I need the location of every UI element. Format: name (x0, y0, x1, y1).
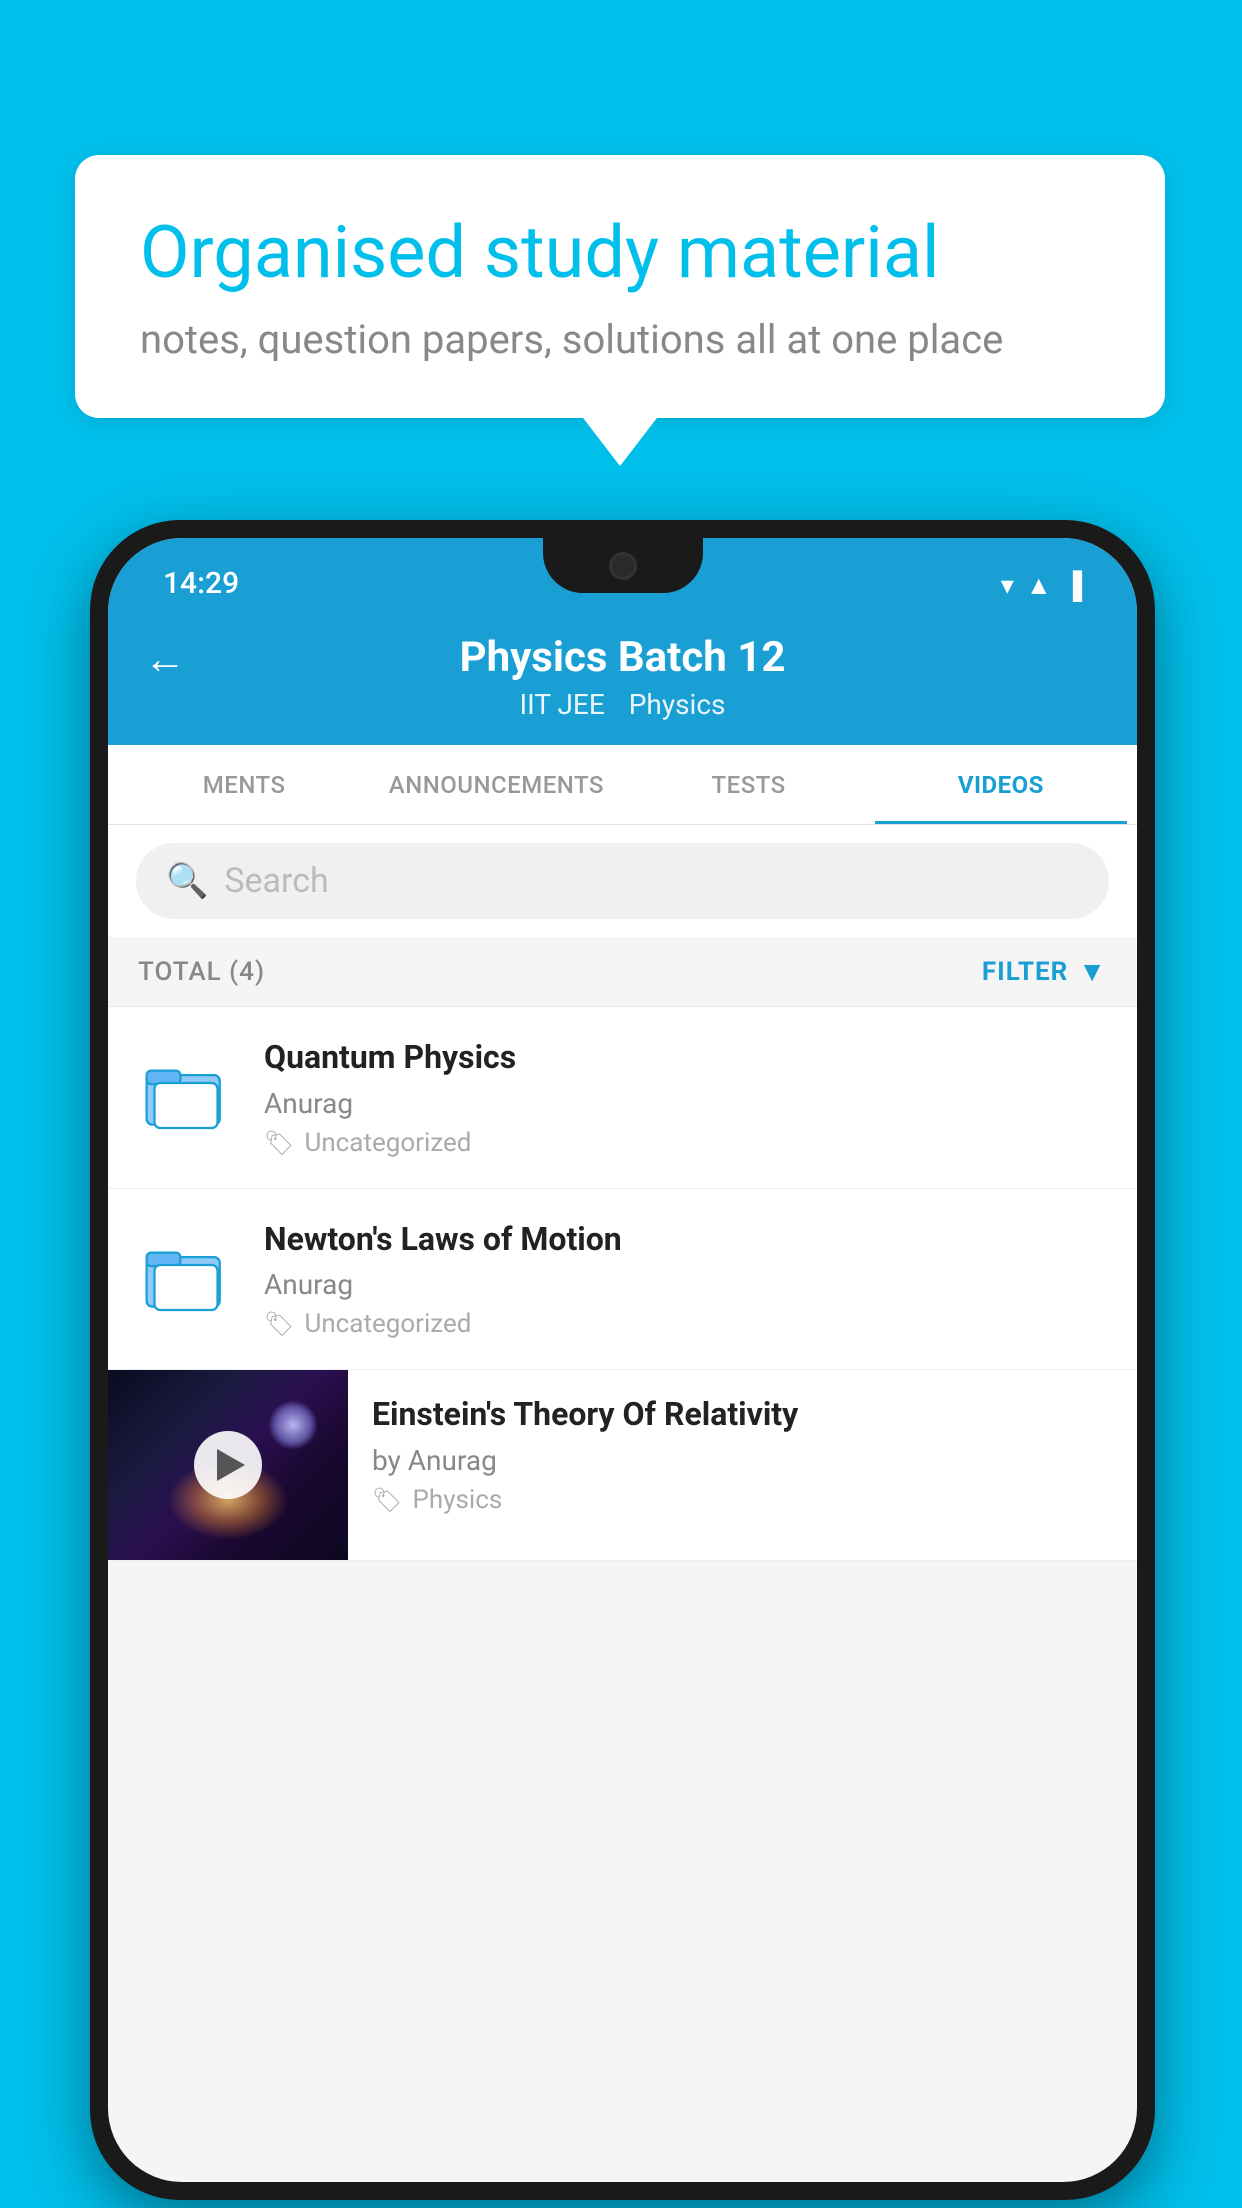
search-container: 🔍 Search (108, 825, 1137, 937)
status-icons: ▾ ▲ ▐ (1001, 570, 1082, 601)
video-tag: 🏷 Uncategorized (264, 1128, 1109, 1158)
video-author: Anurag (264, 1087, 1109, 1120)
screen-content: 14:29 ▾ ▲ ▐ ← Physics Batch 12 IIT JEE P… (108, 538, 1137, 2107)
video-tag: 🏷 Physics (372, 1485, 1113, 1515)
search-placeholder: Search (224, 861, 328, 901)
video-author: by Anurag (372, 1444, 1113, 1477)
video-author: Anurag (264, 1268, 1109, 1301)
tag-icon: 🏷 (264, 1310, 294, 1338)
search-bar[interactable]: 🔍 Search (136, 843, 1109, 919)
play-icon (217, 1449, 245, 1481)
filter-icon: ▼ (1078, 955, 1107, 988)
list-item[interactable]: Quantum Physics Anurag 🏷 Uncategorized (108, 1007, 1137, 1189)
filter-button[interactable]: FILTER ▼ (982, 955, 1107, 988)
header-tag-physics: Physics (629, 688, 726, 721)
video-info: Quantum Physics Anurag 🏷 Uncategorized (264, 1037, 1109, 1158)
phone-screen: 14:29 ▾ ▲ ▐ ← Physics Batch 12 IIT JEE P… (108, 538, 1137, 2182)
folder-icon (141, 1229, 231, 1319)
header-tag-iitjee: IIT JEE (520, 688, 605, 721)
tab-announcements[interactable]: ANNOUNCEMENTS (370, 745, 622, 824)
tag-icon: 🏷 (264, 1129, 294, 1157)
filter-bar: TOTAL (4) FILTER ▼ (108, 937, 1137, 1007)
battery-icon: ▐ (1064, 570, 1082, 601)
tab-videos[interactable]: VIDEOS (875, 745, 1127, 824)
tag-label: Uncategorized (304, 1309, 471, 1339)
tag-label: Uncategorized (304, 1128, 471, 1158)
total-count: TOTAL (4) (138, 957, 265, 987)
video-title: Quantum Physics (264, 1037, 1109, 1079)
folder-icon (141, 1047, 231, 1137)
thumb-orbs (268, 1400, 318, 1450)
status-time: 14:29 (163, 566, 239, 601)
signal-icon: ▲ (1026, 570, 1052, 601)
front-camera (609, 552, 637, 580)
folder-icon-container (136, 1037, 236, 1147)
video-thumbnail (108, 1370, 348, 1560)
back-button[interactable]: ← (144, 635, 186, 684)
tag-icon: 🏷 (372, 1486, 402, 1514)
tab-ments[interactable]: MENTS (118, 745, 370, 824)
app-header: ← Physics Batch 12 IIT JEE Physics (108, 613, 1137, 745)
tabs-bar: MENTS ANNOUNCEMENTS TESTS VIDEOS (108, 745, 1137, 825)
video-info: Newton's Laws of Motion Anurag 🏷 Uncateg… (264, 1219, 1109, 1340)
list-item[interactable]: Einstein's Theory Of Relativity by Anura… (108, 1370, 1137, 1561)
video-title: Einstein's Theory Of Relativity (372, 1394, 1113, 1436)
phone-notch (543, 538, 703, 593)
video-list: Quantum Physics Anurag 🏷 Uncategorized (108, 1007, 1137, 1561)
header-subtitle: IIT JEE Physics (520, 688, 726, 721)
main-content: 🔍 Search TOTAL (4) FILTER ▼ (108, 825, 1137, 2107)
bubble-subtitle: notes, question papers, solutions all at… (140, 316, 1100, 363)
phone-outer: 14:29 ▾ ▲ ▐ ← Physics Batch 12 IIT JEE P… (90, 520, 1155, 2200)
phone-container: 14:29 ▾ ▲ ▐ ← Physics Batch 12 IIT JEE P… (90, 520, 1155, 2200)
header-title: Physics Batch 12 (460, 633, 786, 682)
tag-label: Physics (412, 1485, 502, 1515)
bubble-title: Organised study material (140, 210, 1100, 296)
play-button[interactable] (194, 1431, 262, 1499)
list-item[interactable]: Newton's Laws of Motion Anurag 🏷 Uncateg… (108, 1189, 1137, 1371)
video-tag: 🏷 Uncategorized (264, 1309, 1109, 1339)
folder-icon-container (136, 1219, 236, 1329)
video-title: Newton's Laws of Motion (264, 1219, 1109, 1261)
filter-label: FILTER (982, 957, 1068, 987)
tab-tests[interactable]: TESTS (623, 745, 875, 824)
video-info: Einstein's Theory Of Relativity by Anura… (348, 1370, 1137, 1539)
search-icon: 🔍 (166, 861, 208, 901)
speech-bubble: Organised study material notes, question… (75, 155, 1165, 418)
wifi-icon: ▾ (1001, 571, 1014, 601)
